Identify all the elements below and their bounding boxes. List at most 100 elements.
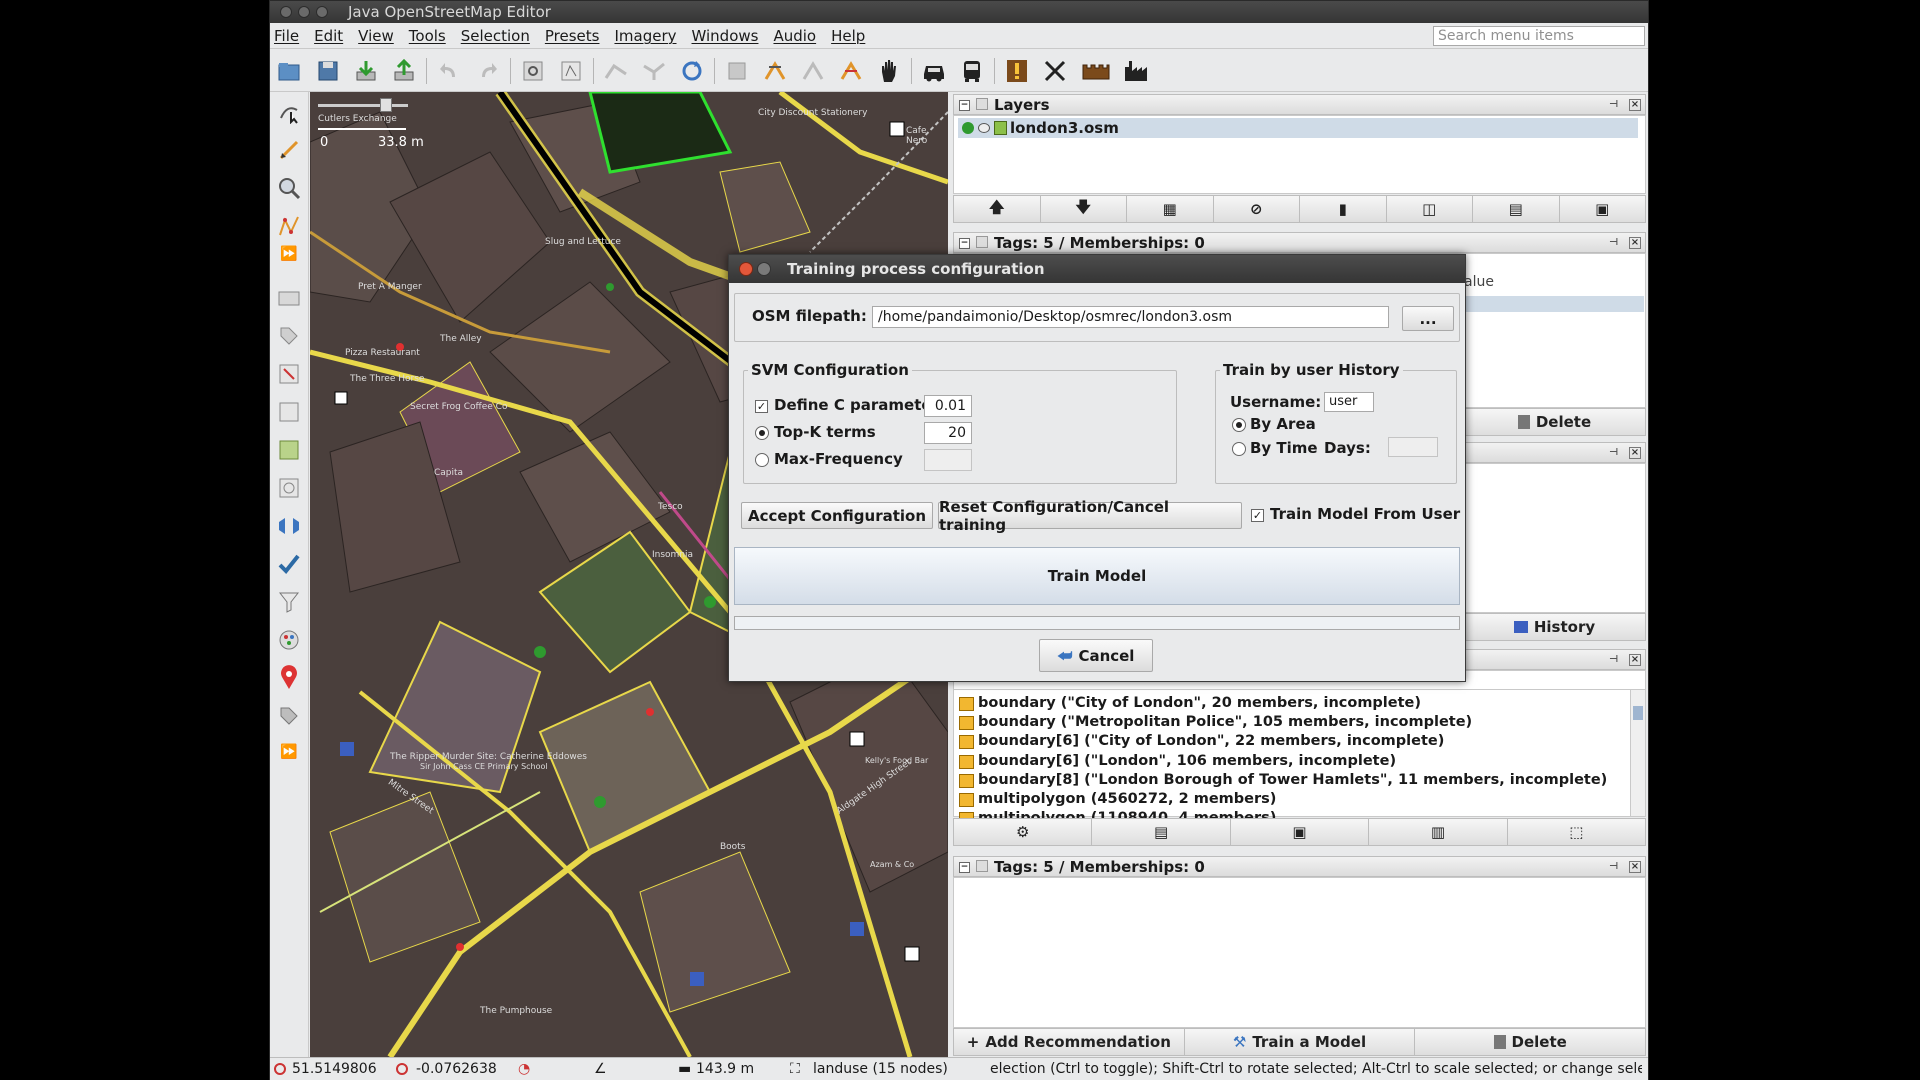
delete-icon[interactable] <box>721 55 753 87</box>
relation-new-icon[interactable]: ⚙ <box>954 819 1093 845</box>
tags-delete-button[interactable]: Delete <box>1464 409 1645 435</box>
collapse-toggle-icon[interactable]: − <box>959 862 970 873</box>
visibility-icon[interactable]: ⊘ <box>1214 196 1300 222</box>
move-up-icon[interactable]: 🡅 <box>954 196 1041 222</box>
redo-icon[interactable] <box>472 55 504 87</box>
by-area-radio[interactable] <box>1232 418 1246 432</box>
menu-selection[interactable]: Selection <box>461 27 530 45</box>
pin-icon[interactable]: ⊣ <box>1609 99 1623 111</box>
relation-delete-icon[interactable]: ▥ <box>1369 819 1508 845</box>
toggle-dialog-layers-icon[interactable] <box>273 282 305 314</box>
menu-tools[interactable]: Tools <box>409 27 446 45</box>
castle-icon[interactable] <box>1080 55 1112 87</box>
gamma-icon[interactable]: ◫ <box>1387 196 1473 222</box>
train-from-user-checkbox[interactable]: ✓ <box>1251 509 1264 522</box>
relation-item[interactable]: boundary[8] ("London Borough of Tower Ha… <box>956 771 1626 790</box>
osm-filepath-input[interactable]: /home/pandaimonio/Desktop/osmrec/london3… <box>872 306 1389 328</box>
dialog-minimize-button[interactable] <box>757 262 771 276</box>
menu-presets[interactable]: Presets <box>545 27 600 45</box>
map-paint-icon[interactable] <box>273 624 305 656</box>
close-panel-icon[interactable]: × <box>1629 861 1641 873</box>
c-parameter-input[interactable]: 0.01 <box>924 395 972 417</box>
toggle-dialog-commands-icon[interactable] <box>273 434 305 466</box>
by-time-radio[interactable] <box>1232 442 1246 456</box>
scrollbar-thumb[interactable] <box>1633 706 1643 720</box>
reset-configuration-button[interactable]: Reset Configuration/Cancel training <box>938 498 1242 534</box>
top-k-input[interactable]: 20 <box>924 422 972 444</box>
collapse-toggle-icon[interactable]: − <box>959 100 970 111</box>
define-c-checkbox[interactable]: ✓ <box>755 400 768 413</box>
collapse-toggle-icon[interactable]: − <box>959 238 970 249</box>
pin-icon[interactable]: ⊣ <box>1609 654 1623 666</box>
split-way-icon[interactable] <box>600 55 632 87</box>
layer-visible-icon[interactable] <box>978 123 990 133</box>
menu-audio[interactable]: Audio <box>773 27 816 45</box>
refresh-icon[interactable] <box>676 55 708 87</box>
recommendation-delete-button[interactable]: Delete <box>1415 1029 1645 1055</box>
open-file-icon[interactable] <box>273 55 305 87</box>
history-button[interactable]: History <box>1464 614 1645 640</box>
hand-icon[interactable] <box>873 55 905 87</box>
pin-icon[interactable]: ⊣ <box>1609 237 1623 249</box>
improve-way-icon[interactable] <box>273 210 305 242</box>
warning-icon[interactable] <box>1001 55 1033 87</box>
combine-way-icon[interactable] <box>638 55 670 87</box>
top-k-radio[interactable] <box>755 426 769 440</box>
cancel-button[interactable]: ⮨ Cancel <box>1039 639 1153 672</box>
opacity-icon[interactable]: ▮ <box>1300 196 1387 222</box>
pin-icon[interactable]: ⊣ <box>1609 447 1623 459</box>
relation-item[interactable]: boundary ("City of London", 20 members, … <box>956 694 1626 713</box>
close-panel-icon[interactable]: × <box>1629 654 1641 666</box>
window-minimize-button[interactable] <box>298 6 310 18</box>
toggle-dialog-selection-icon[interactable] <box>273 358 305 390</box>
merge-layer-icon[interactable]: ▦ <box>1127 196 1214 222</box>
max-frequency-radio[interactable] <box>755 453 769 467</box>
expand-more-icon[interactable]: ⏩ <box>273 244 305 264</box>
menu-windows[interactable]: Windows <box>692 27 759 45</box>
filter-icon[interactable] <box>273 586 305 618</box>
undo-icon[interactable] <box>433 55 465 87</box>
close-panel-icon[interactable]: × <box>1629 99 1641 111</box>
select-mode-icon[interactable] <box>273 96 305 128</box>
relations-scrollbar[interactable] <box>1630 690 1645 816</box>
delete-layer-icon[interactable]: ▣ <box>1560 196 1646 222</box>
simplify-way-icon[interactable] <box>835 55 867 87</box>
factory-icon[interactable] <box>1120 55 1152 87</box>
menu-search-input[interactable]: Search menu items <box>1433 26 1645 46</box>
preferences-icon[interactable] <box>517 55 549 87</box>
dialog-close-button[interactable] <box>739 262 753 276</box>
menu-file[interactable]: File <box>274 27 299 45</box>
window-close-button[interactable] <box>280 6 292 18</box>
align-circle-icon[interactable] <box>797 55 829 87</box>
relation-edit-icon[interactable]: ▤ <box>1092 819 1231 845</box>
draw-mode-icon[interactable] <box>273 134 305 166</box>
recommendation-tag-icon[interactable] <box>273 700 305 732</box>
pin-icon[interactable]: ⊣ <box>1609 861 1623 873</box>
validator-check-icon[interactable] <box>273 548 305 580</box>
move-down-icon[interactable]: 🡇 <box>1041 196 1127 222</box>
relation-item[interactable]: boundary[6] ("City of London", 22 member… <box>956 732 1626 751</box>
toggle-dialog-filter-icon[interactable] <box>273 472 305 504</box>
relation-duplicate-icon[interactable]: ▣ <box>1231 819 1370 845</box>
menu-imagery[interactable]: Imagery <box>614 27 676 45</box>
toggle-dialog-tags-icon[interactable] <box>273 320 305 352</box>
username-input[interactable]: user <box>1324 392 1374 412</box>
layer-row[interactable]: london3.osm <box>958 118 1638 138</box>
zoom-mode-icon[interactable] <box>273 172 305 204</box>
car-icon[interactable] <box>918 55 950 87</box>
window-maximize-button[interactable] <box>316 6 328 18</box>
train-model-button[interactable]: Train Model <box>734 547 1460 605</box>
add-recommendation-button[interactable]: + Add Recommendation <box>954 1029 1185 1055</box>
toggle-dialog-relations-icon[interactable] <box>273 396 305 428</box>
menu-help[interactable]: Help <box>831 27 865 45</box>
scale-slider-thumb[interactable] <box>380 98 392 112</box>
scale-slider[interactable] <box>318 104 408 107</box>
relation-select-icon[interactable]: ⬚ <box>1508 819 1645 845</box>
menu-view[interactable]: View <box>358 27 394 45</box>
zoom-data-icon[interactable] <box>555 55 587 87</box>
relation-item[interactable]: boundary[6] ("London", 106 members, inco… <box>956 752 1626 771</box>
max-frequency-input[interactable] <box>924 449 972 471</box>
close-panel-icon[interactable]: × <box>1629 447 1641 459</box>
accept-configuration-button[interactable]: Accept Configuration <box>741 502 933 529</box>
days-input[interactable] <box>1388 437 1438 457</box>
